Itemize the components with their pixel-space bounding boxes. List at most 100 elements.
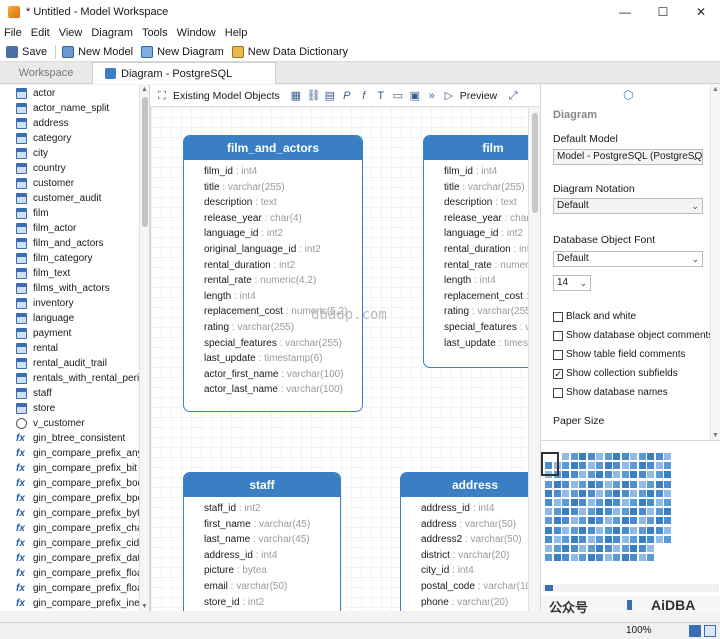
save-button[interactable]: Save bbox=[6, 45, 47, 58]
note-icon[interactable]: ▭ bbox=[392, 90, 404, 102]
entity-field[interactable]: last_name : varchar(45) bbox=[184, 532, 340, 548]
existing-model-objects-button[interactable]: ⛶ Existing Model Objects bbox=[156, 90, 280, 102]
entity-field[interactable]: last_update : times bbox=[424, 336, 528, 352]
tree-item[interactable]: address bbox=[0, 116, 149, 131]
function-icon[interactable]: f bbox=[358, 90, 370, 102]
tree-item[interactable]: fx gin_compare_prefix_bool bbox=[0, 476, 149, 491]
entity-address[interactable]: address address_id : int4 address : varch… bbox=[400, 472, 528, 611]
entity-field[interactable]: description : text bbox=[424, 195, 528, 211]
panel-checkbox[interactable]: Black and white bbox=[553, 311, 636, 322]
overview-viewport[interactable] bbox=[541, 452, 559, 476]
entity-field[interactable]: actor_first_name : varchar(100) bbox=[184, 367, 362, 383]
link-icon[interactable]: ⛓ bbox=[307, 90, 321, 102]
fit-icon[interactable]: ⤢ bbox=[507, 90, 519, 102]
tree-item[interactable]: fx gin_compare_prefix_char bbox=[0, 521, 149, 536]
entity-field[interactable]: store_id : int2 bbox=[184, 595, 340, 611]
entity-field[interactable]: length : int4 bbox=[184, 289, 362, 305]
tree-item[interactable]: rental_audit_trail bbox=[0, 356, 149, 371]
entity-field[interactable]: title : varchar(255) bbox=[184, 180, 362, 196]
entity-field[interactable]: description : text bbox=[184, 195, 362, 211]
tree-item[interactable]: fx gin_compare_prefix_bpchar bbox=[0, 491, 149, 506]
entity-field[interactable]: release_year : char(4) bbox=[184, 211, 362, 227]
default-model-select[interactable]: Model - PostgreSQL (PostgreSQL) ⌄ bbox=[553, 149, 703, 165]
minimize-button[interactable]: — bbox=[606, 0, 644, 24]
tree-item[interactable]: film bbox=[0, 206, 149, 221]
entity-field[interactable]: release_year : char bbox=[424, 211, 528, 227]
tab-workspace[interactable]: Workspace bbox=[0, 62, 92, 84]
entity-field[interactable]: phone : varchar(20) bbox=[401, 595, 528, 611]
canvas-scroll-thumb[interactable] bbox=[532, 113, 538, 213]
menu-file[interactable]: File bbox=[4, 27, 22, 39]
entity-field[interactable]: special_features : v bbox=[424, 320, 528, 336]
entity-field[interactable]: film_id : int4 bbox=[424, 164, 528, 180]
entity-field[interactable]: staff_id : int2 bbox=[184, 501, 340, 517]
entity-field[interactable]: email : varchar(50) bbox=[184, 579, 340, 595]
entity-field[interactable]: address : varchar(50) bbox=[401, 517, 528, 533]
entity-field[interactable]: language_id : int2 bbox=[424, 226, 528, 242]
tree-scrollbar[interactable]: ▲ ▼ bbox=[139, 85, 149, 611]
checkbox-checked-icon[interactable]: ✓ bbox=[553, 368, 563, 379]
scroll-down-icon[interactable]: ▼ bbox=[141, 603, 148, 610]
diagram-overview[interactable]: 公众号 AiDBA bbox=[540, 440, 720, 615]
tree-item[interactable]: fx gin_compare_prefix_cidr bbox=[0, 536, 149, 551]
panel-checkbox[interactable]: Show database object comments bbox=[553, 330, 713, 341]
canvas-scrollbar[interactable] bbox=[528, 107, 540, 611]
tree-item[interactable]: country bbox=[0, 161, 149, 176]
checkbox-icon[interactable] bbox=[553, 330, 563, 341]
checkbox-icon[interactable] bbox=[553, 349, 563, 360]
tree-item[interactable]: film_text bbox=[0, 266, 149, 281]
tree-item[interactable]: city bbox=[0, 146, 149, 161]
checkbox-icon[interactable] bbox=[553, 387, 563, 398]
scroll-up-icon[interactable]: ▲ bbox=[141, 86, 148, 93]
tree-item[interactable]: film_and_actors bbox=[0, 236, 149, 251]
entity-field[interactable]: last_update : timestamp(6) bbox=[184, 351, 362, 367]
panel-checkbox[interactable]: ✓ Show collection subfields bbox=[553, 368, 678, 379]
text-icon[interactable]: T bbox=[375, 90, 387, 102]
menu-view[interactable]: View bbox=[59, 27, 83, 39]
tree-item[interactable]: fx gin_compare_prefix_date bbox=[0, 551, 149, 566]
overview-scroll-thumb[interactable] bbox=[545, 585, 553, 591]
menu-diagram[interactable]: Diagram bbox=[91, 27, 133, 39]
entity-field[interactable]: language_id : int2 bbox=[184, 226, 362, 242]
tree-item[interactable]: customer bbox=[0, 176, 149, 191]
tree-item[interactable]: actor bbox=[0, 86, 149, 101]
tree-item[interactable]: v_customer bbox=[0, 416, 149, 431]
tree-item[interactable]: payment bbox=[0, 326, 149, 341]
tree-item[interactable]: fx gin_compare_prefix_anyenum bbox=[0, 446, 149, 461]
checkbox-icon[interactable] bbox=[553, 311, 563, 322]
tree-item[interactable]: customer_audit bbox=[0, 191, 149, 206]
entity-field[interactable]: city_id : int4 bbox=[401, 563, 528, 579]
tree-item[interactable]: film_category bbox=[0, 251, 149, 266]
overview-scrollbar[interactable] bbox=[543, 584, 719, 592]
entity-staff[interactable]: staff staff_id : int2 first_name : varcha… bbox=[183, 472, 341, 611]
diagram-notation-select[interactable]: Default ⌄ bbox=[553, 198, 703, 214]
entity-field[interactable]: address_id : int4 bbox=[401, 501, 528, 517]
tree-item[interactable]: films_with_actors bbox=[0, 281, 149, 296]
entity-film[interactable]: film film_id : int4 title : varchar(255) d… bbox=[423, 135, 528, 368]
panel-scrollbar[interactable]: ▲ ▼ bbox=[710, 85, 720, 440]
entity-field[interactable]: length : int4 bbox=[424, 273, 528, 289]
scroll-up-icon[interactable]: ▲ bbox=[712, 86, 719, 93]
entity-field[interactable]: address_id : int4 bbox=[184, 548, 340, 564]
menu-edit[interactable]: Edit bbox=[31, 27, 50, 39]
object-font-select[interactable]: Default ⌄ bbox=[553, 251, 703, 267]
tree-item[interactable]: actor_name_split bbox=[0, 101, 149, 116]
entity-field[interactable]: title : varchar(255) bbox=[424, 180, 528, 196]
tree-item[interactable]: fx gin_compare_prefix_bytea bbox=[0, 506, 149, 521]
entity-field[interactable]: rental_duration : int bbox=[424, 242, 528, 258]
menu-tools[interactable]: Tools bbox=[142, 27, 168, 39]
layout-split-icon[interactable] bbox=[689, 625, 701, 637]
entity-field[interactable]: rental_rate : numeric(4,2) bbox=[184, 273, 362, 289]
new-diagram-button[interactable]: New Diagram bbox=[141, 45, 224, 58]
entity-field[interactable]: address2 : varchar(50) bbox=[401, 532, 528, 548]
tree-scroll-thumb[interactable] bbox=[142, 97, 148, 227]
tree-item[interactable]: store bbox=[0, 401, 149, 416]
new-data-dictionary-button[interactable]: New Data Dictionary bbox=[231, 45, 348, 58]
close-button[interactable]: ✕ bbox=[682, 0, 720, 24]
entity-film-and-actors[interactable]: film_and_actors film_id : int4 title : va… bbox=[183, 135, 363, 412]
maximize-button[interactable]: ☐ bbox=[644, 0, 682, 24]
layout-full-icon[interactable] bbox=[704, 625, 716, 637]
tree-item[interactable]: language bbox=[0, 311, 149, 326]
tree-item[interactable]: film_actor bbox=[0, 221, 149, 236]
tree-item[interactable]: fx gin_compare_prefix_float8 bbox=[0, 581, 149, 596]
